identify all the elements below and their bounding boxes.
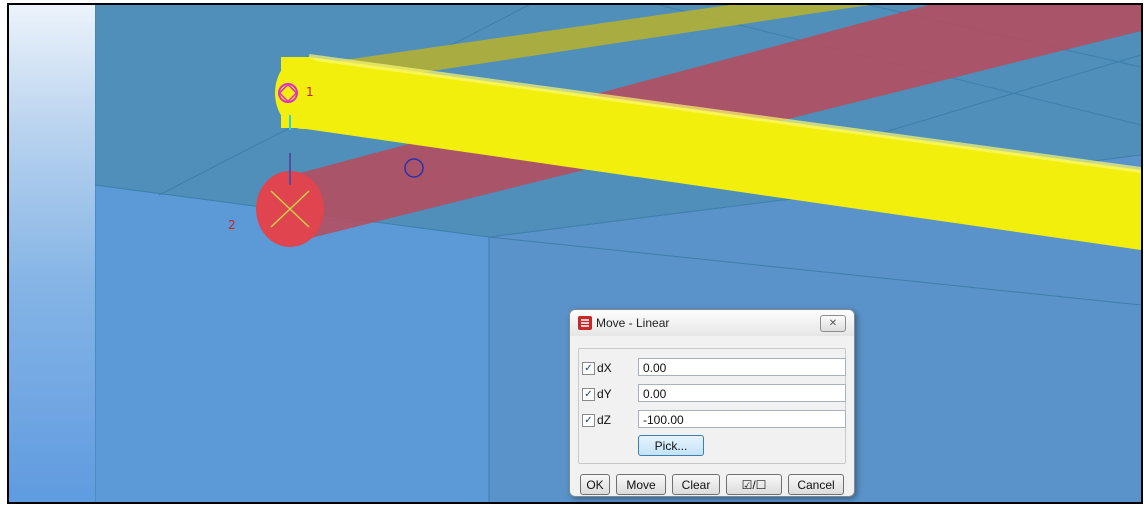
dz-field[interactable]: -100.00 (638, 410, 846, 428)
left-gradient-strip (9, 5, 95, 502)
dy-field[interactable]: 0.00 (638, 384, 846, 402)
screenshot-frame: 1 2 Move - Linear ✕ ✓ dX 0.00 ✓ dY 0.00 (7, 3, 1143, 504)
3d-viewport[interactable]: 1 2 Move - Linear ✕ ✓ dX 0.00 ✓ dY 0.00 (9, 5, 1141, 502)
dialog-titlebar[interactable]: Move - Linear ✕ (570, 310, 854, 336)
ok-button[interactable]: OK (580, 474, 610, 495)
close-icon: ✕ (828, 318, 838, 329)
dy-label: dY (597, 387, 612, 401)
dialog-title: Move - Linear (596, 316, 670, 330)
point-label-2: 2 (228, 218, 236, 232)
dy-checkbox[interactable]: ✓ (582, 388, 595, 401)
toggle-all-button[interactable]: ☑/☐ (726, 474, 782, 495)
close-button[interactable]: ✕ (820, 315, 846, 332)
dx-label: dX (597, 361, 612, 375)
pick-button[interactable]: Pick... (638, 435, 704, 456)
dx-row: ✓ dX 0.00 (582, 358, 846, 378)
dx-field[interactable]: 0.00 (638, 358, 846, 376)
dz-checkbox[interactable]: ✓ (582, 414, 595, 427)
dz-row: ✓ dZ -100.00 (582, 410, 846, 430)
move-button[interactable]: Move (616, 474, 666, 495)
clear-button[interactable]: Clear (672, 474, 720, 495)
cancel-button[interactable]: Cancel (788, 474, 844, 495)
dx-checkbox[interactable]: ✓ (582, 362, 595, 375)
move-linear-dialog: Move - Linear ✕ ✓ dX 0.00 ✓ dY 0.00 ✓ dZ… (569, 309, 855, 497)
app-logo-icon (578, 316, 592, 330)
dy-row: ✓ dY 0.00 (582, 384, 846, 404)
dz-label: dZ (597, 413, 612, 427)
point-label-1: 1 (306, 85, 314, 99)
